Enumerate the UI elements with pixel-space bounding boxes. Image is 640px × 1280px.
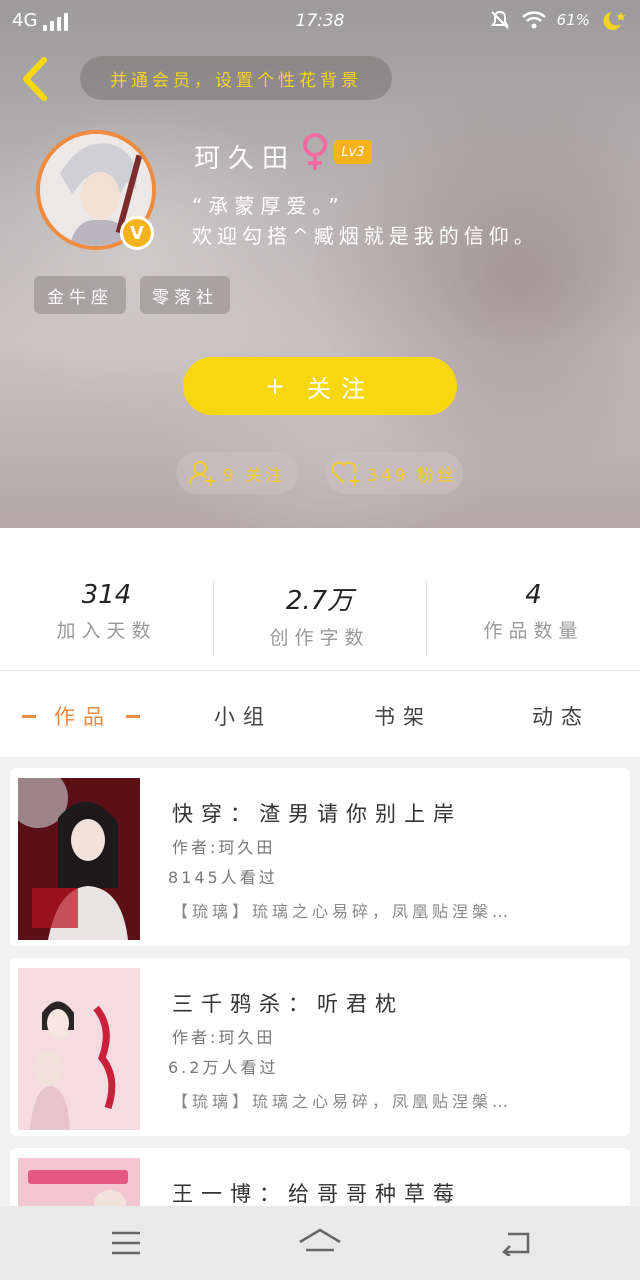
list-item[interactable]: 三千鸦杀：听君枕 作者:珂久田 6.2万人看过 【琉璃】琉璃之心易碎，凤凰贴涅槃… xyxy=(10,958,630,1136)
set-background-button[interactable]: 并通会员，设置个性花背景 xyxy=(80,56,392,100)
fans-label: 349 粉丝 xyxy=(367,465,457,486)
menu-icon xyxy=(112,1231,140,1255)
heart-plus-icon xyxy=(331,461,360,486)
stat-work-count: 4 作品数量 xyxy=(427,580,640,643)
home-button[interactable] xyxy=(290,1220,350,1266)
list-item[interactable]: 快穿：渣男请你别上岸 作者:珂久田 8145人看过 【琉璃】琉璃之心易碎，凤凰贴… xyxy=(10,768,630,946)
work-author: 作者:珂久田 xyxy=(172,838,276,857)
cover-image xyxy=(18,778,140,940)
menu-button[interactable] xyxy=(96,1220,156,1266)
follow-button[interactable]: + 关注 xyxy=(183,357,457,415)
stats-panel: 314 加入天数 2.7万 创作字数 4 作品数量 xyxy=(0,528,640,670)
profile-tabs: 作品 小组 书架 动态 xyxy=(0,671,640,757)
following-button[interactable]: 9 关注 xyxy=(176,452,298,494)
back-arrow-icon xyxy=(23,57,47,101)
tag-zodiac[interactable]: 金牛座 xyxy=(34,276,126,314)
work-title: 王一博：给哥哥种草莓 xyxy=(172,1182,462,1206)
level-badge: Lv3 xyxy=(334,140,372,164)
follow-label: 关注 xyxy=(307,374,376,403)
stat-label: 作品数量 xyxy=(483,620,584,642)
stat-value: 2.7万 xyxy=(285,586,354,616)
wifi-icon xyxy=(521,11,546,29)
book-cover xyxy=(18,778,140,940)
plus-icon: + xyxy=(264,372,286,400)
battery-label: 61% xyxy=(556,11,590,29)
work-title: 快穿：渣男请你别上岸 xyxy=(172,802,462,826)
stat-word-count: 2.7万 创作字数 xyxy=(213,580,426,650)
back-nav-button[interactable] xyxy=(486,1220,546,1266)
work-author: 作者:珂久田 xyxy=(172,1028,276,1047)
stat-value: 4 xyxy=(525,580,542,610)
status-bar: 4G 17:38 61% xyxy=(0,0,640,42)
book-cover xyxy=(18,968,140,1130)
cover-image xyxy=(18,968,140,1130)
stat-value: 314 xyxy=(81,580,132,610)
stat-label: 创作字数 xyxy=(269,627,370,649)
profile-bio: 欢迎勾搭^臧烟就是我的信仰。 xyxy=(192,224,539,248)
add-user-icon xyxy=(188,461,215,486)
profile-header: 4G 17:38 61% 并通会员，设置个性花背景 V 珂久田 Lv3 “承蒙厚… xyxy=(0,0,640,528)
work-description: 【琉璃】琉璃之心易碎，凤凰贴涅槃… xyxy=(172,902,513,921)
back-icon xyxy=(502,1232,530,1256)
stat-join-days: 314 加入天数 xyxy=(0,580,213,643)
tab-bookshelf[interactable]: 书架 xyxy=(374,701,432,731)
tab-works[interactable]: 作品 xyxy=(54,701,112,731)
work-views: 6.2万人看过 xyxy=(168,1058,279,1077)
system-nav-bar xyxy=(0,1206,640,1280)
moon-star-icon xyxy=(603,12,626,30)
active-tab-indicator xyxy=(22,715,36,718)
profile-quote: “承蒙厚爱。” xyxy=(192,194,345,218)
verified-badge-icon: V xyxy=(120,216,154,250)
active-tab-indicator xyxy=(126,715,140,718)
username: 珂久田 xyxy=(194,144,297,174)
back-button[interactable] xyxy=(14,54,58,104)
female-icon xyxy=(303,133,327,170)
tab-activity[interactable]: 动态 xyxy=(532,701,590,731)
work-title: 三千鸦杀：听君枕 xyxy=(172,992,404,1016)
tag-group[interactable]: 零落社 xyxy=(140,276,230,314)
work-description: 【琉璃】琉璃之心易碎，凤凰贴涅槃… xyxy=(172,1092,513,1111)
work-views: 8145人看过 xyxy=(168,868,278,887)
tab-groups[interactable]: 小组 xyxy=(214,701,272,731)
following-label: 9 关注 xyxy=(222,465,286,486)
home-icon xyxy=(299,1228,341,1252)
stat-label: 加入天数 xyxy=(56,620,157,642)
mute-icon xyxy=(490,10,509,29)
fans-button[interactable]: 349 粉丝 xyxy=(325,452,463,494)
